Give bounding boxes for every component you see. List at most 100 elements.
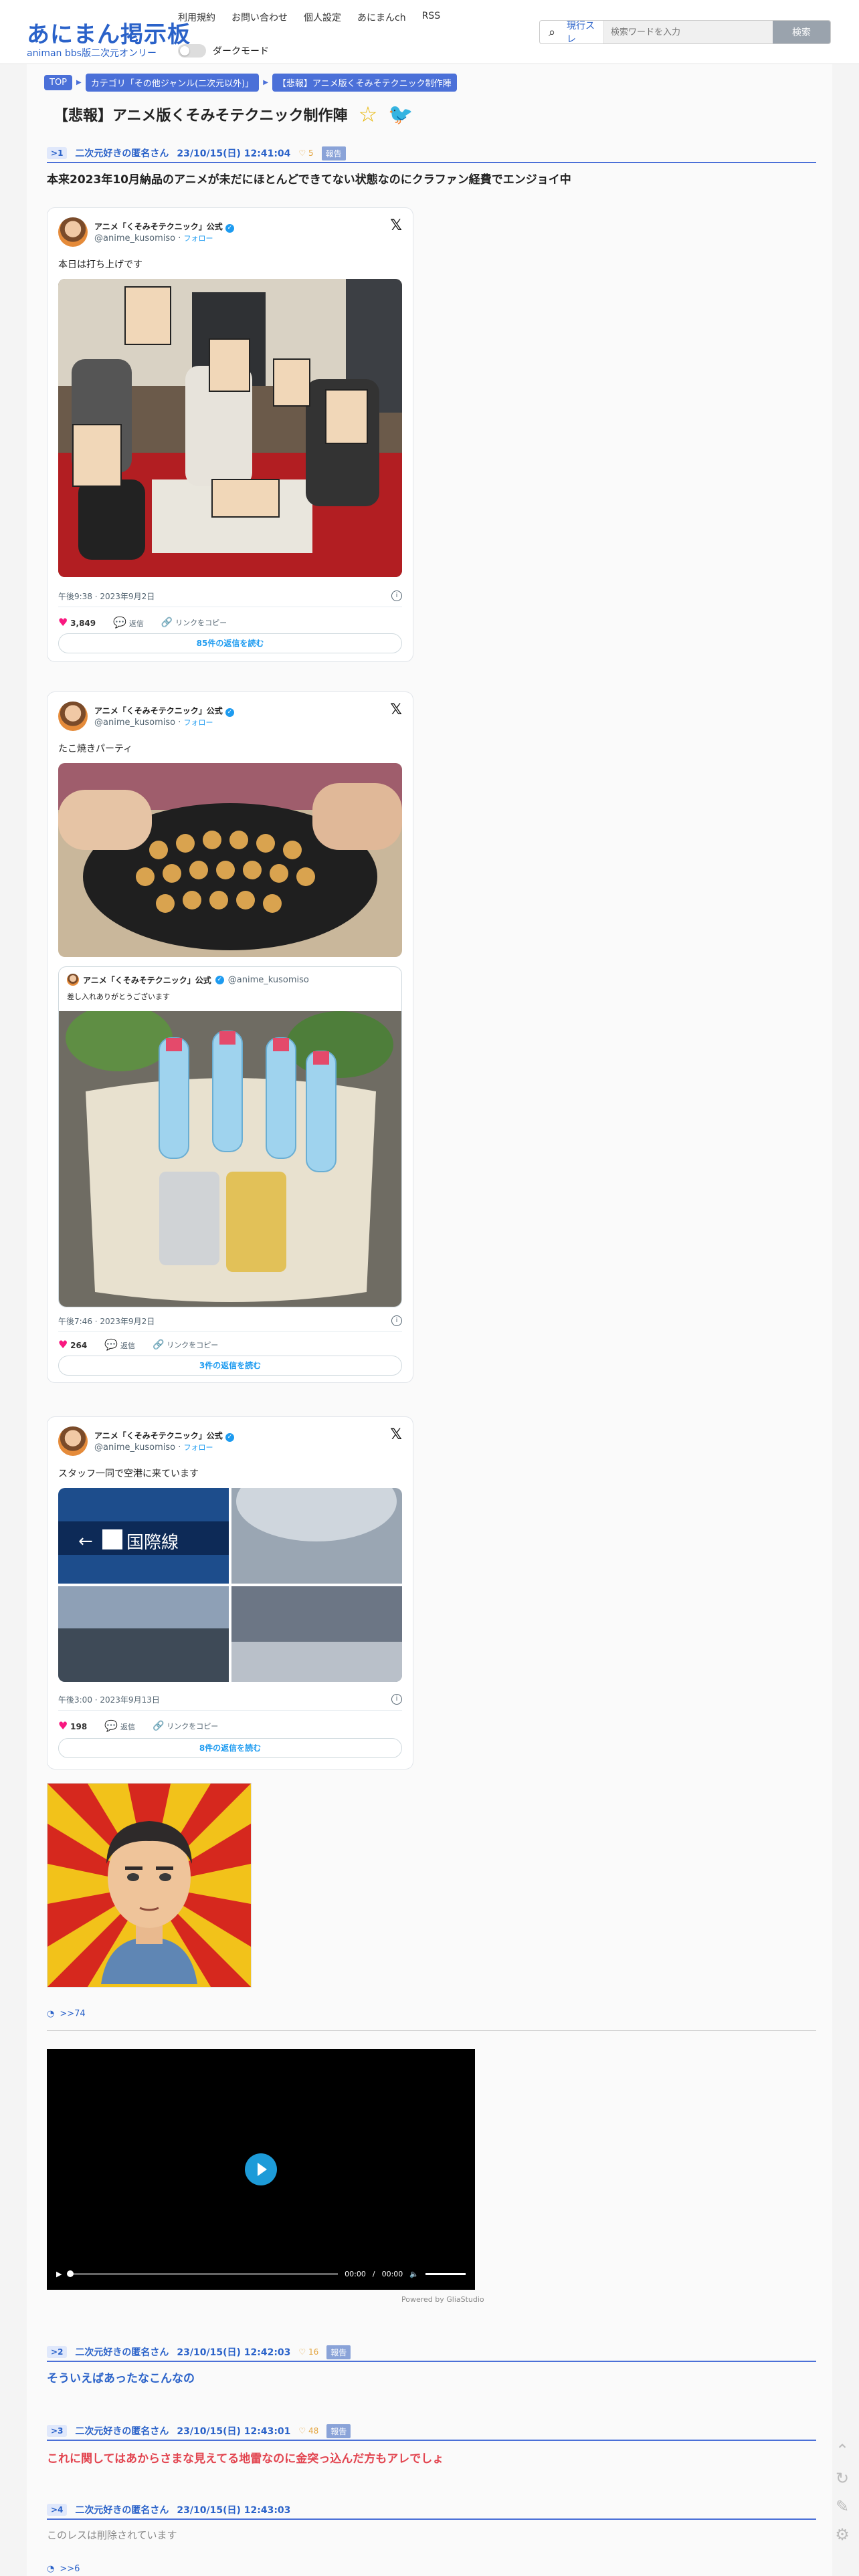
reply-icon: 💬 xyxy=(104,1719,118,1732)
info-icon[interactable]: i xyxy=(391,1315,402,1326)
report-button[interactable]: 報告 xyxy=(326,2345,351,2359)
tweet-photo[interactable] xyxy=(58,279,402,577)
chevron-right-icon: ▶ xyxy=(263,79,268,86)
info-icon[interactable]: i xyxy=(391,591,402,601)
post-likes[interactable]: ♡ 48 xyxy=(298,2426,318,2436)
post-image[interactable] xyxy=(47,1783,252,1988)
embedded-tweet: アニメ「くそみそテクニック」公式 ✓ @anime_kusomiso · フォロ… xyxy=(47,207,413,662)
read-replies-button[interactable]: 3件の返信を読む xyxy=(58,1356,402,1376)
post-header: >4 二次元好きの匿名さん 23/10/15(日) 12:43:03 xyxy=(47,2501,816,2520)
info-icon[interactable]: i xyxy=(391,1694,402,1705)
tweet-author-name: アニメ「くそみそテクニック」公式 ✓ xyxy=(94,221,234,233)
dark-mode-toggle[interactable]: ダークモード xyxy=(178,44,269,58)
scroll-top-icon[interactable]: ⌃ xyxy=(832,2441,852,2461)
like-action[interactable]: ♥ 264 xyxy=(58,1338,87,1351)
post-author: 二次元好きの匿名さん xyxy=(75,2505,169,2516)
anime-character-illustration xyxy=(47,1784,251,1987)
breadcrumb-top[interactable]: TOP xyxy=(44,75,73,90)
nav-contact[interactable]: お問い合わせ xyxy=(231,11,288,24)
verified-icon: ✓ xyxy=(215,975,224,984)
search-scope-select[interactable]: 現行スレ xyxy=(564,21,604,43)
nav-settings[interactable]: 個人設定 xyxy=(304,11,341,24)
post-likes[interactable]: ♡ 5 xyxy=(298,148,313,158)
nav-animanch[interactable]: あにまんch xyxy=(357,11,406,24)
reply-label: 返信 xyxy=(120,1341,135,1350)
volume-icon[interactable]: 🔈 xyxy=(409,2270,419,2278)
read-replies-button[interactable]: 8件の返信を読む xyxy=(58,1738,402,1758)
tweet-author[interactable]: アニメ「くそみそテクニック」公式 ✓ @anime_kusomiso · フォロ… xyxy=(58,1426,234,1456)
play-icon[interactable]: ▶ xyxy=(56,2270,62,2278)
copy-link-action[interactable]: 🔗 リンクをコピー xyxy=(153,1721,218,1731)
tweet-timestamp[interactable]: 午後9:38 · 2023年9月2日 xyxy=(58,591,155,602)
edit-icon[interactable]: ✎ xyxy=(832,2497,852,2517)
nav-rss[interactable]: RSS xyxy=(422,11,441,24)
tweet-author[interactable]: アニメ「くそみそテクニック」公式 ✓ @anime_kusomiso · フォロ… xyxy=(58,702,234,731)
verified-icon: ✓ xyxy=(225,224,234,233)
verified-icon: ✓ xyxy=(225,708,234,717)
reply-anchor-text: >>6 xyxy=(60,2564,80,2574)
copy-link-action[interactable]: 🔗 リンクをコピー xyxy=(161,617,227,628)
tweet-photo[interactable] xyxy=(58,763,402,957)
follow-link[interactable]: フォロー xyxy=(183,234,213,243)
x-logo-icon[interactable]: 𝕏 xyxy=(390,1426,402,1443)
post-header: >1 二次元好きの匿名さん 23/10/15(日) 12:41:04 ♡ 5 報… xyxy=(47,144,816,163)
reply-action[interactable]: 💬 返信 xyxy=(113,616,144,629)
reply-anchor-link[interactable]: ◔ >>6 xyxy=(47,2564,80,2574)
copy-link-action[interactable]: 🔗 リンクをコピー xyxy=(153,1339,218,1350)
reply-action[interactable]: 💬 返信 xyxy=(104,1719,135,1732)
heart-icon: ♥ xyxy=(58,616,68,629)
settings-gear-icon[interactable]: ⚙ xyxy=(832,2525,852,2545)
avatar xyxy=(58,217,88,247)
follow-link[interactable]: フォロー xyxy=(183,718,213,727)
post-body: 本来2023年10月納品のアニメが未だにほとんどできてない状態なのにクラファン経… xyxy=(47,173,571,187)
site-logo[interactable]: あにまん掲示板 animan bbs版二次元オンリー xyxy=(27,16,191,60)
reply-action[interactable]: 💬 返信 xyxy=(104,1338,135,1351)
post-number: >1 xyxy=(47,147,68,159)
post-likes-count: 16 xyxy=(308,2347,319,2357)
tweet-text: たこ焼きパーティ xyxy=(58,744,133,754)
svg-text:←: ← xyxy=(78,1531,93,1551)
avatar xyxy=(67,974,79,986)
report-button[interactable]: 報告 xyxy=(321,146,346,160)
dark-mode-switch[interactable] xyxy=(178,44,206,58)
quoted-tweet[interactable]: アニメ「くそみそテクニック」公式 ✓ @anime_kusomiso 差し入れあ… xyxy=(58,966,402,1307)
post-author: 二次元好きの匿名さん xyxy=(75,148,169,159)
seek-bar[interactable] xyxy=(67,2270,339,2277)
read-replies-button[interactable]: 85件の返信を読む xyxy=(58,633,402,653)
verified-icon: ✓ xyxy=(225,1433,234,1442)
breadcrumb-thread[interactable]: 【悲報】アニメ版くそみそテクニック制作陣 xyxy=(272,74,457,92)
search-button[interactable]: 検索 xyxy=(773,21,830,43)
like-count: 3,849 xyxy=(70,619,96,628)
tweet-text: 本日は打ち上げです xyxy=(58,259,142,270)
play-button[interactable] xyxy=(245,2153,277,2185)
tweet-timestamp[interactable]: 午後3:00 · 2023年9月13日 xyxy=(58,1694,160,1705)
video-player[interactable]: ▶ 00:00 / 00:00 🔈 xyxy=(47,2049,475,2290)
copy-link-label: リンクをコピー xyxy=(167,1721,219,1731)
follow-link[interactable]: フォロー xyxy=(183,1443,213,1452)
search-input[interactable] xyxy=(604,21,773,43)
heart-icon: ♥ xyxy=(58,1719,68,1732)
refresh-icon[interactable]: ↻ xyxy=(832,2469,852,2489)
top-nav: 利用規約 お問い合わせ 個人設定 あにまんch RSS xyxy=(178,11,440,24)
like-action[interactable]: ♥ 198 xyxy=(58,1719,87,1732)
x-logo-icon[interactable]: 𝕏 xyxy=(390,217,402,234)
twitter-share-icon[interactable]: 🐦 xyxy=(388,103,413,126)
reply-anchor-link[interactable]: ◔ >>74 xyxy=(47,2009,86,2019)
link-icon: 🔗 xyxy=(152,1720,165,1731)
embedded-tweet: アニメ「くそみそテクニック」公式 ✓ @anime_kusomiso · フォロ… xyxy=(47,691,413,1383)
quote-handle: @anime_kusomiso xyxy=(227,974,309,985)
post-author: 二次元好きの匿名さん xyxy=(75,2426,169,2437)
tweet-photo-grid[interactable]: ← 国際線 xyxy=(58,1488,402,1682)
breadcrumb-category[interactable]: カテゴリ「その他ジャンル(二次元以外)」 xyxy=(85,74,260,92)
post-likes[interactable]: ♡ 16 xyxy=(298,2347,318,2357)
reply-label: 返信 xyxy=(128,619,144,628)
like-action[interactable]: ♥ 3,849 xyxy=(58,616,96,629)
tweet-timestamp[interactable]: 午後7:46 · 2023年9月2日 xyxy=(58,1315,155,1327)
volume-slider[interactable] xyxy=(425,2272,466,2275)
tweet-author[interactable]: アニメ「くそみそテクニック」公式 ✓ @anime_kusomiso · フォロ… xyxy=(58,217,234,247)
tweet-handle: @anime_kusomiso · フォロー xyxy=(94,718,213,728)
favorite-star-icon[interactable]: ☆ xyxy=(359,102,378,127)
report-button[interactable]: 報告 xyxy=(326,2424,351,2438)
nav-terms[interactable]: 利用規約 xyxy=(178,11,215,24)
x-logo-icon[interactable]: 𝕏 xyxy=(390,702,402,718)
